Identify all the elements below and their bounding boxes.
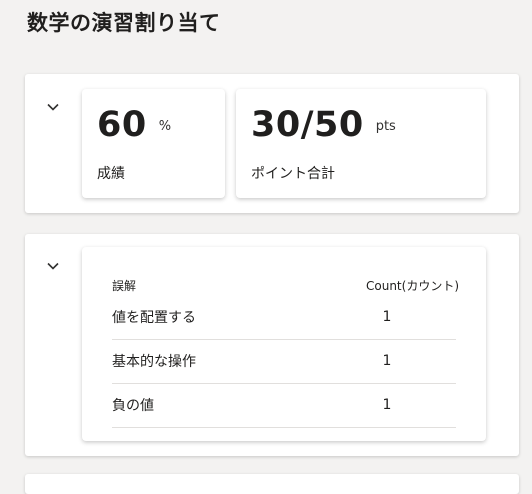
points-value: 30/50 (251, 105, 364, 145)
points-label: ポイント合計 (251, 166, 335, 182)
grade-label: 成績 (97, 166, 125, 182)
column-header-count: Count(カウント) (366, 279, 460, 293)
chevron-down-icon (47, 262, 59, 270)
column-header-mistake: 誤解 (112, 279, 137, 293)
grade-unit: % (158, 119, 172, 134)
next-panel (25, 474, 519, 494)
grade-card: 60 % 成績 (82, 89, 225, 198)
row-label: 値を配置する (112, 310, 196, 326)
points-card: 30/50 pts ポイント合計 (236, 89, 486, 198)
row-count: 1 (382, 397, 392, 413)
row-label: 負の値 (112, 398, 154, 414)
chevron-down-icon (47, 103, 59, 111)
mistakes-panel: 誤解 Count(カウント) 値を配置する 1 基本的な操作 1 負の値 1 (25, 234, 519, 456)
points-unit: pts (375, 119, 396, 134)
mistakes-table: 誤解 Count(カウント) 値を配置する 1 基本的な操作 1 負の値 1 (82, 247, 486, 441)
summary-panel: 60 % 成績 30/50 pts ポイント合計 (25, 74, 519, 213)
row-count: 1 (382, 353, 392, 369)
row-label: 基本的な操作 (112, 354, 196, 370)
collapse-mistakes-button[interactable] (45, 258, 61, 274)
table-row[interactable]: 負の値 1 (112, 383, 456, 428)
table-row[interactable]: 値を配置する 1 (112, 295, 456, 340)
grade-value: 60 (97, 105, 147, 145)
page-title: 数学の演習割り当て (27, 11, 221, 35)
collapse-summary-button[interactable] (45, 99, 61, 115)
table-row[interactable]: 基本的な操作 1 (112, 339, 456, 384)
row-count: 1 (382, 309, 392, 325)
